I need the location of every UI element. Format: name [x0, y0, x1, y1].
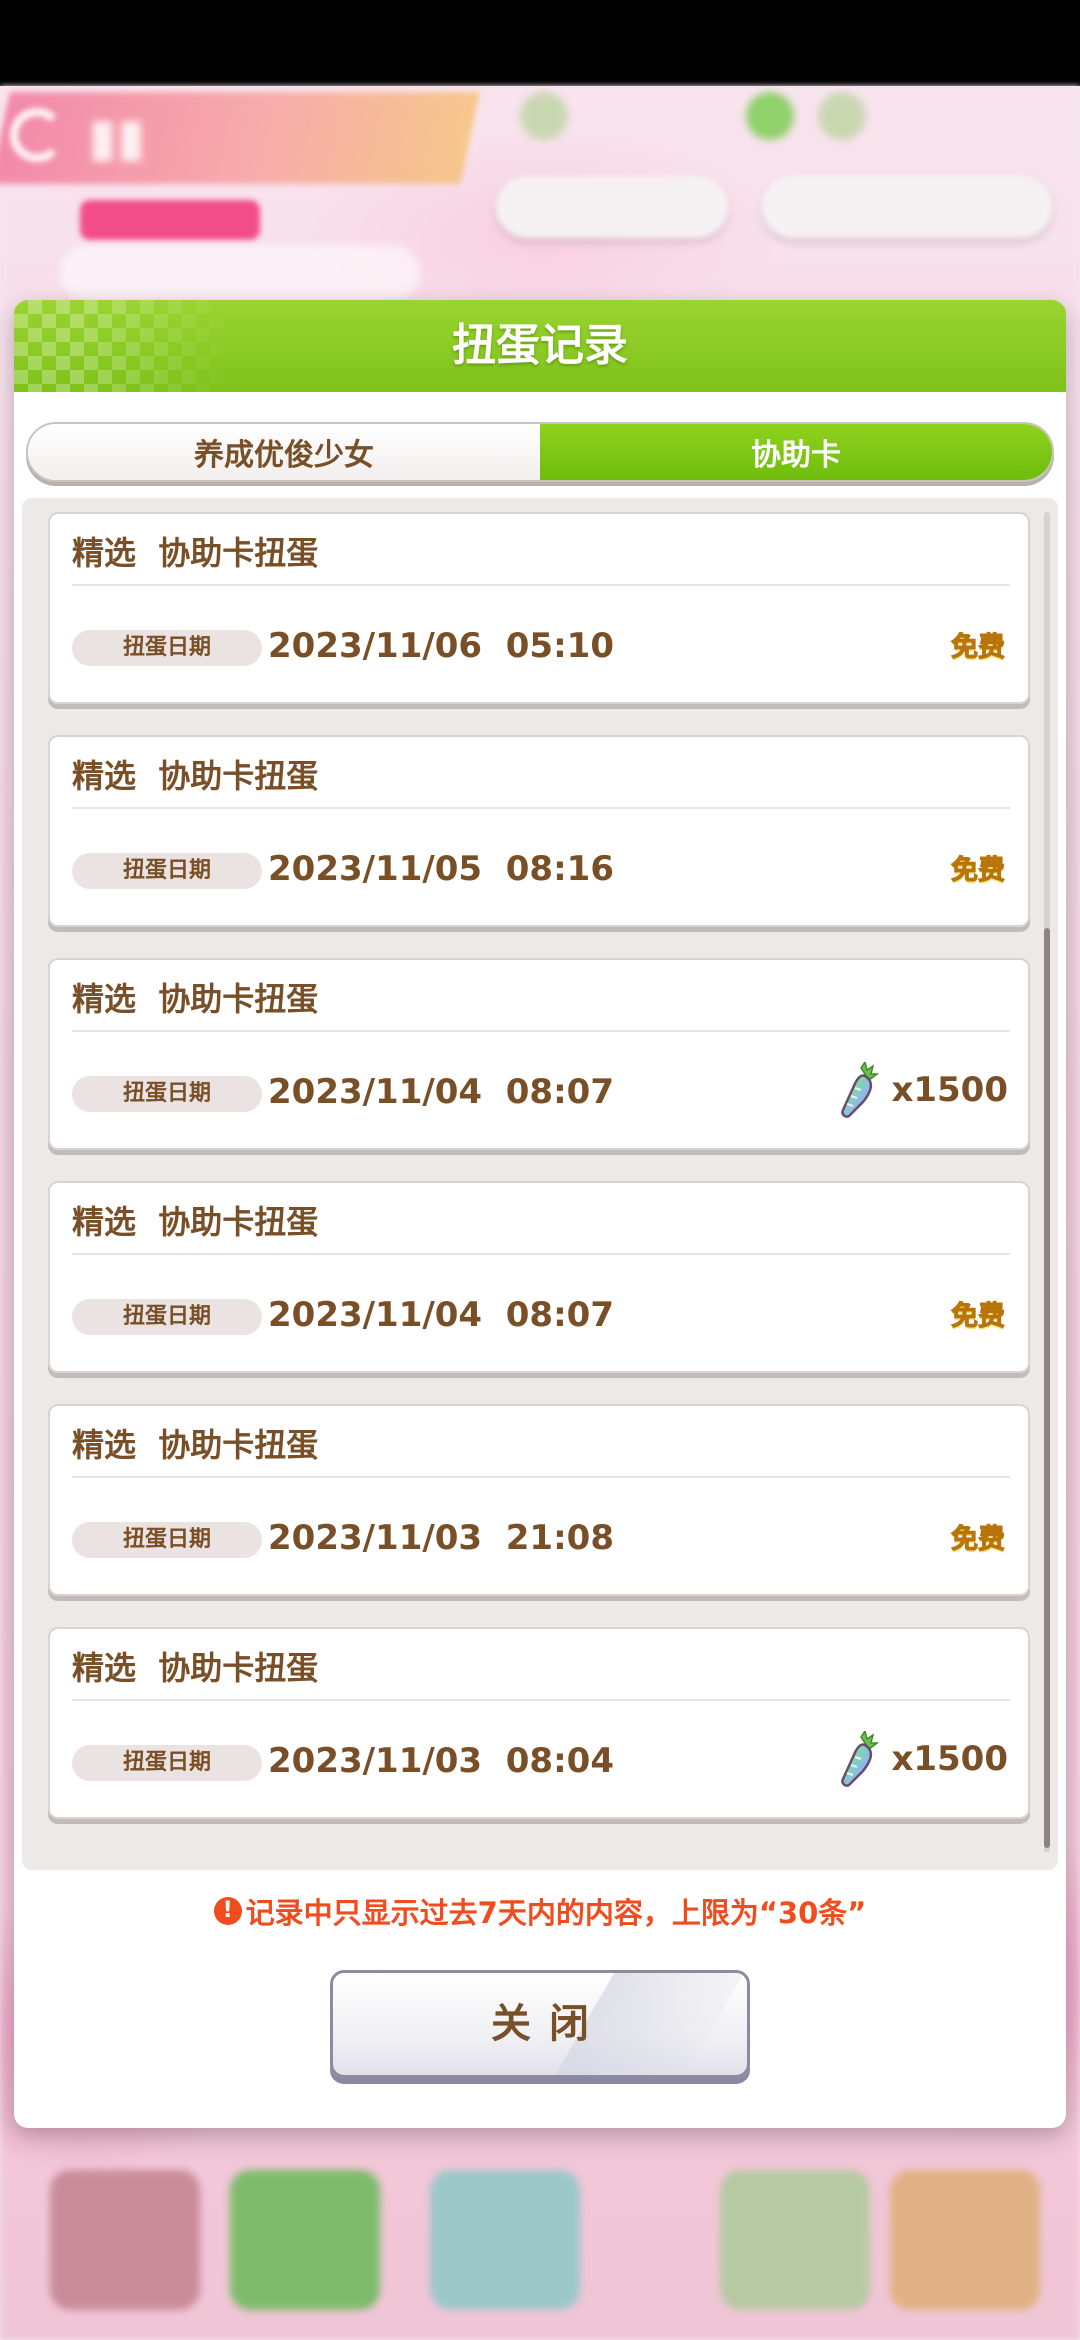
free-cost-badge: 免费	[951, 855, 1006, 887]
record-date: 2023/11/04 08:07	[268, 1072, 614, 1112]
background-avatar-icon	[520, 92, 568, 140]
record-date: 2023/11/03 21:08	[268, 1518, 614, 1558]
date-badge: 扭蛋日期	[72, 1076, 262, 1112]
paid-cost: x1500	[835, 1729, 1008, 1789]
record-date: 2023/11/06 05:10	[268, 626, 614, 666]
background-nav-item	[890, 2170, 1040, 2310]
close-button-label: 关闭	[491, 2001, 607, 2047]
scrollbar-thumb[interactable]	[1044, 928, 1050, 1848]
gacha-record-item: 精选 协助卡扭蛋 扭蛋日期 2023/11/03 21:08 免费	[48, 1404, 1030, 1596]
cost-amount: x1500	[891, 1739, 1008, 1779]
dialog-header: 扭蛋记录	[14, 300, 1066, 392]
background-pill-button	[496, 176, 728, 238]
record-title: 精选 协助卡扭蛋	[72, 1203, 319, 1241]
background-nav-item	[50, 2170, 200, 2310]
gacha-history-dialog: 扭蛋记录 养成优俊少女 协助卡 精选 协助卡扭蛋 扭蛋日期 2023/11/06 0…	[14, 300, 1066, 2128]
tab-bar: 养成优俊少女 协助卡	[26, 422, 1054, 482]
gacha-record-item: 精选 协助卡扭蛋 扭蛋日期 2023/11/03 08:04 x1500	[48, 1627, 1030, 1819]
background-pill-button	[762, 176, 1052, 238]
free-cost-badge: 免费	[951, 1301, 1006, 1333]
date-badge: 扭蛋日期	[72, 1522, 262, 1558]
background-label	[80, 200, 260, 240]
background-back-icon	[10, 108, 64, 162]
record-title: 精选 协助卡扭蛋	[72, 1426, 319, 1464]
gacha-record-item: 精选 协助卡扭蛋 扭蛋日期 2023/11/04 08:07 免费	[48, 1181, 1030, 1373]
record-divider	[72, 1253, 1010, 1255]
status-bar	[0, 0, 1080, 86]
close-button[interactable]: 关闭	[330, 1970, 750, 2078]
record-divider	[72, 1030, 1010, 1032]
record-divider	[72, 584, 1010, 586]
record-divider	[72, 807, 1010, 809]
background-currency-icon	[746, 92, 794, 140]
notice-label: 记录中只显示过去7天内的内容，上限为“30条”	[245, 1896, 867, 1930]
date-badge: 扭蛋日期	[72, 1745, 262, 1781]
record-title: 精选 协助卡扭蛋	[72, 980, 319, 1018]
record-divider	[72, 1699, 1010, 1701]
record-list[interactable]: 精选 协助卡扭蛋 扭蛋日期 2023/11/06 05:10 免费 精选 协助卡扭蛋 扭蛋…	[22, 498, 1058, 1870]
record-divider	[72, 1476, 1010, 1478]
background-nav-item	[230, 2170, 380, 2310]
carrot-icon	[841, 1062, 880, 1118]
background-avatar-icon	[818, 92, 866, 140]
cost-amount: x1500	[891, 1070, 1008, 1110]
free-cost-badge: 免费	[951, 1524, 1006, 1556]
gacha-record-item: 精选 协助卡扭蛋 扭蛋日期 2023/11/06 05:10 免费	[48, 512, 1030, 704]
tab-uma-musume[interactable]: 养成优俊少女	[28, 424, 540, 480]
record-date: 2023/11/04 08:07	[268, 1295, 614, 1335]
carrot-icon	[841, 1731, 880, 1787]
gacha-record-item: 精选 协助卡扭蛋 扭蛋日期 2023/11/05 08:16 免费	[48, 735, 1030, 927]
warning-icon: !	[213, 1897, 242, 1925]
gacha-record-item: 精选 协助卡扭蛋 扭蛋日期 2023/11/04 08:07 x1500	[48, 958, 1030, 1150]
dialog-title: 扭蛋记录	[452, 320, 628, 371]
date-badge: 扭蛋日期	[72, 630, 262, 666]
record-date: 2023/11/05 08:16	[268, 849, 614, 889]
free-cost-badge: 免费	[951, 632, 1006, 664]
background-sublabel	[60, 245, 420, 301]
notice-text: ! 记录中只显示过去7天内的内容，上限为“30条”	[14, 1890, 1066, 1932]
record-title: 精选 协助卡扭蛋	[72, 757, 319, 795]
background-nav-item	[720, 2170, 870, 2310]
record-date: 2023/11/03 08:04	[268, 1741, 614, 1781]
record-title: 精选 协助卡扭蛋	[72, 1649, 319, 1687]
tab-support-card[interactable]: 协助卡	[540, 424, 1052, 480]
paid-cost: x1500	[835, 1060, 1008, 1120]
background-header-title: ▮▮	[88, 108, 146, 168]
date-badge: 扭蛋日期	[72, 853, 262, 889]
date-badge: 扭蛋日期	[72, 1299, 262, 1335]
background-header-banner	[0, 92, 480, 184]
background-nav-item	[430, 2170, 580, 2310]
record-title: 精选 协助卡扭蛋	[72, 534, 319, 572]
